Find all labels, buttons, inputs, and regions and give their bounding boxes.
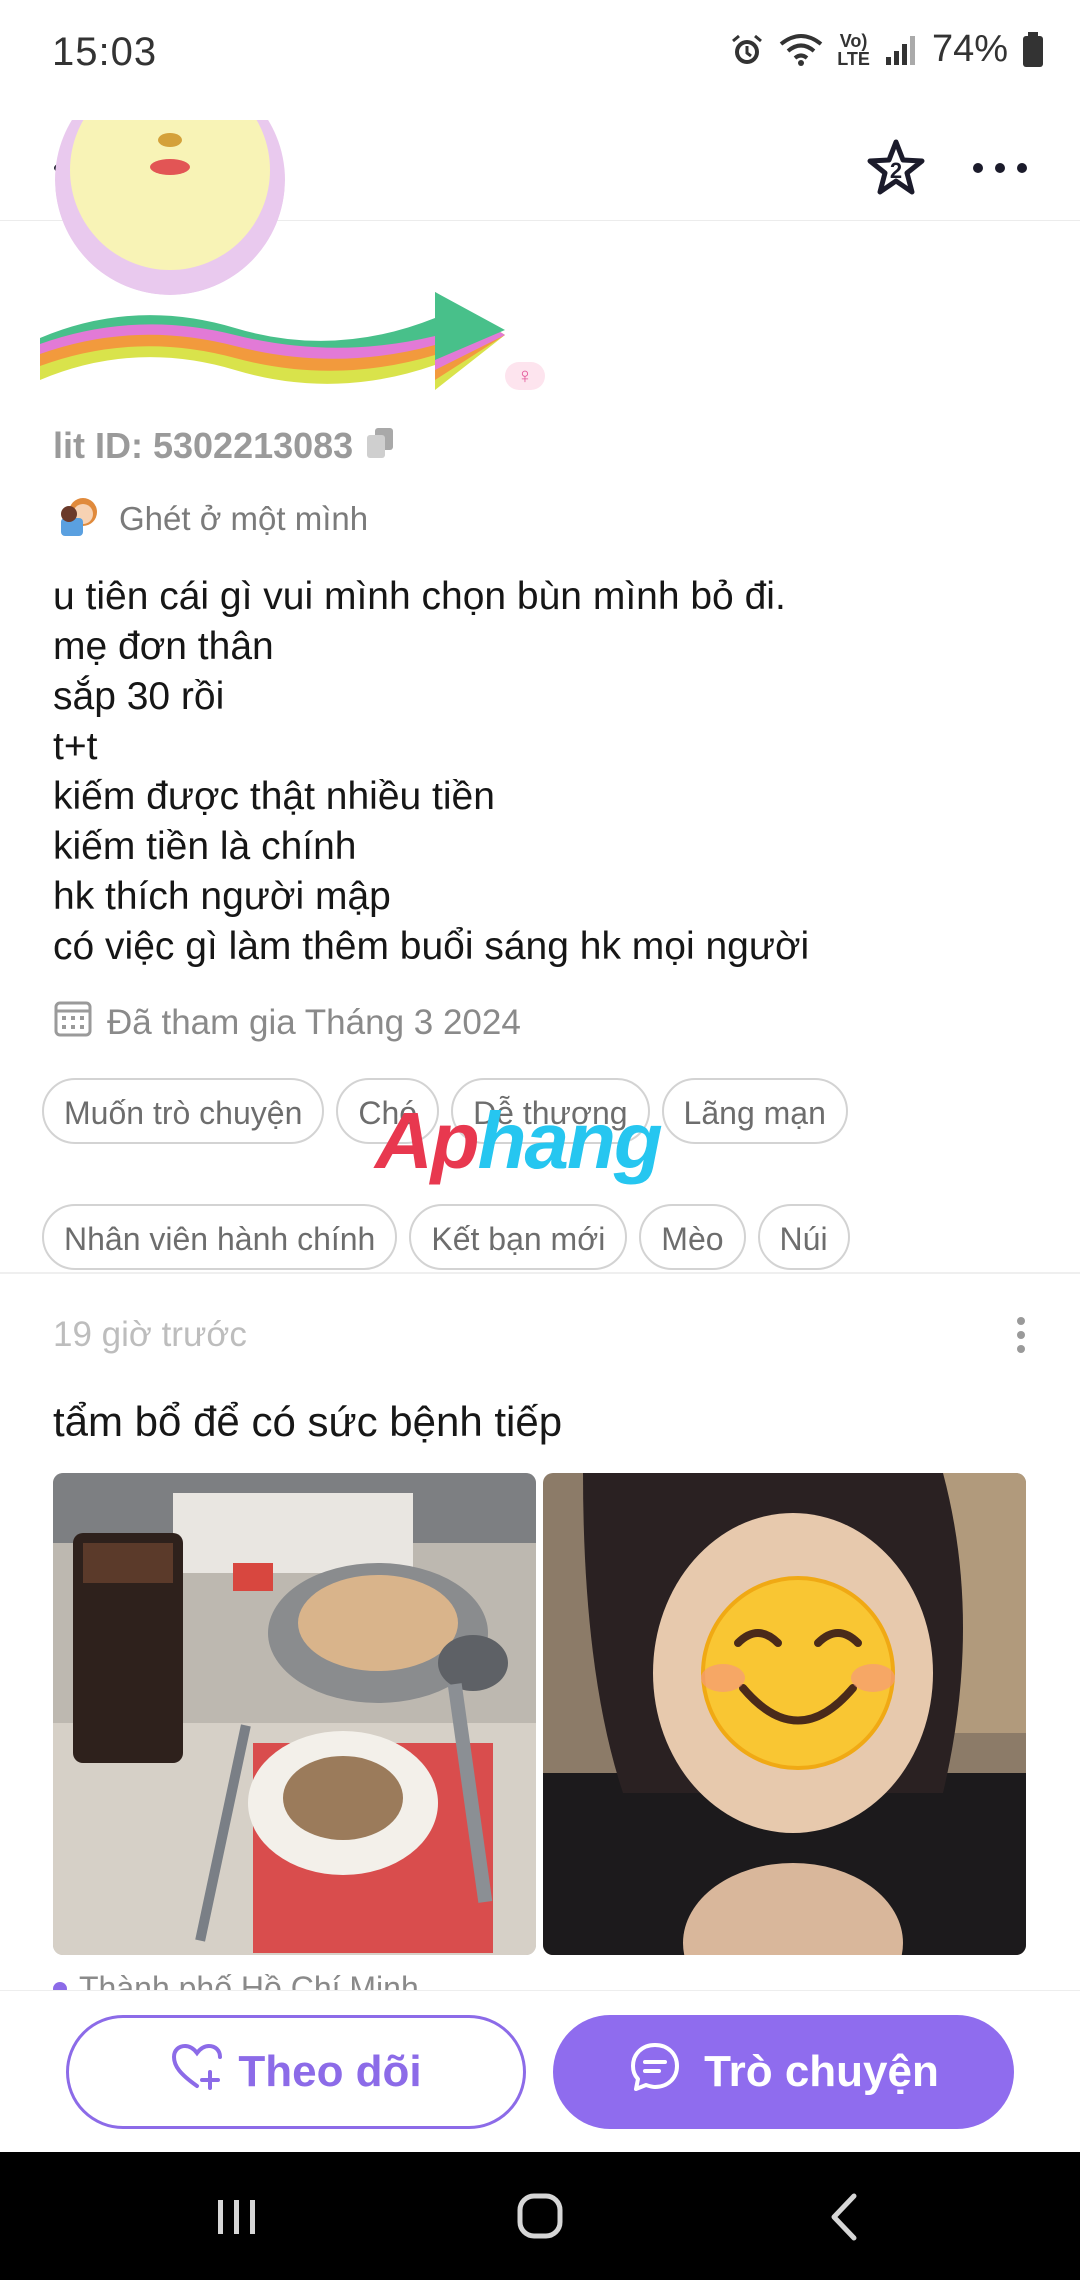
battery-text: 74% xyxy=(931,28,1008,70)
calendar-icon xyxy=(53,998,93,1047)
chat-label: Trò chuyện xyxy=(704,2047,939,2096)
tag[interactable]: Chó xyxy=(336,1078,440,1144)
chat-bubble-icon xyxy=(628,2040,682,2105)
post-menu-button[interactable] xyxy=(1006,1315,1036,1355)
mood-row: Ghét ở một mình xyxy=(55,492,368,546)
interest-tags: Muốn trò chuyện Chó Dễ thương Lãng mạn N… xyxy=(42,1078,1042,1270)
bio-line: kiếm được thật nhiều tiền xyxy=(53,775,495,818)
mood-text: Ghét ở một mình xyxy=(119,500,369,537)
bio-line: t+t xyxy=(53,725,98,768)
nav-back-icon xyxy=(831,2193,857,2241)
bio-line: hk thích người mập xyxy=(53,875,391,918)
chat-button[interactable]: Trò chuyện xyxy=(553,2015,1014,2129)
lit-id-text: lit ID: 5302213083 xyxy=(53,425,354,466)
avatar[interactable] xyxy=(55,120,285,295)
star-badge-count: 2 xyxy=(890,158,902,183)
bio-line: u tiên cái gì vui mình chọn bùn mình bỏ … xyxy=(53,575,786,618)
volte-icon: Vo) LTE xyxy=(837,30,870,69)
star-badge-icon: 2 xyxy=(867,139,925,195)
bio-line: sắp 30 rồi xyxy=(53,675,225,718)
more-options-button[interactable] xyxy=(964,132,1036,204)
nav-back-button[interactable] xyxy=(820,2190,870,2244)
profile-name-sticker: ♀ xyxy=(40,292,575,420)
post-photo-selfie[interactable] xyxy=(543,1473,1026,1955)
copy-icon[interactable] xyxy=(367,425,394,467)
post-photo-food[interactable] xyxy=(53,1473,536,1955)
bio-line: kiếm tiền là chính xyxy=(53,825,357,868)
wifi-icon xyxy=(779,32,823,68)
tag[interactable]: Núi xyxy=(757,1204,850,1270)
bio-line: có việc gì làm thêm buổi sáng hk mọi ngư… xyxy=(53,925,810,968)
battery-icon xyxy=(1022,31,1044,68)
status-time: 15:03 xyxy=(52,30,158,74)
status-bar: 15:03 Vo) LTE 74% xyxy=(0,0,1080,110)
tag[interactable]: Muốn trò chuyện xyxy=(42,1078,325,1144)
tag[interactable]: Mèo xyxy=(639,1204,746,1270)
signal-icon xyxy=(884,33,918,67)
bio-line: mẹ đơn thân xyxy=(53,625,274,668)
tag[interactable]: Kết bạn mới xyxy=(409,1204,628,1270)
joined-text: Đã tham gia Tháng 3 2024 xyxy=(107,1002,521,1042)
female-icon: ♀ xyxy=(505,362,545,390)
more-vertical-icon xyxy=(1017,1317,1025,1353)
tag[interactable]: Lãng mạn xyxy=(661,1078,848,1144)
alarm-icon xyxy=(729,32,765,68)
tag[interactable]: Nhân viên hành chính xyxy=(42,1204,398,1270)
follow-label: Theo dõi xyxy=(238,2047,422,2096)
post-time: 19 giờ trước xyxy=(53,1315,247,1354)
home-icon xyxy=(517,2193,563,2239)
home-button[interactable] xyxy=(512,2188,568,2244)
action-bar: Theo dõi Trò chuyện xyxy=(0,1990,1080,2153)
heart-plus-icon xyxy=(170,2042,224,2103)
recent-apps-icon xyxy=(218,2200,255,2234)
status-icons: Vo) LTE 74% xyxy=(729,28,1044,71)
tag[interactable]: Dễ thương xyxy=(451,1078,650,1144)
joined-row: Đã tham gia Tháng 3 2024 xyxy=(53,998,521,1047)
follow-button[interactable]: Theo dõi xyxy=(66,2015,526,2129)
section-divider xyxy=(0,1272,1080,1274)
network-type: LTE xyxy=(837,48,870,69)
post-text: tẩm bổ để có sức bệnh tiếp xyxy=(53,1398,563,1445)
recent-apps-button[interactable] xyxy=(212,2192,262,2242)
system-nav-bar xyxy=(0,2152,1080,2280)
favorite-button[interactable]: 2 xyxy=(860,132,932,204)
more-horizontal-icon xyxy=(973,163,1027,173)
lit-id: lit ID: 5302213083 xyxy=(53,425,394,467)
bio: u tiên cái gì vui mình chọn bùn mình bỏ … xyxy=(53,572,1053,972)
mood-emoji-icon xyxy=(55,492,101,546)
